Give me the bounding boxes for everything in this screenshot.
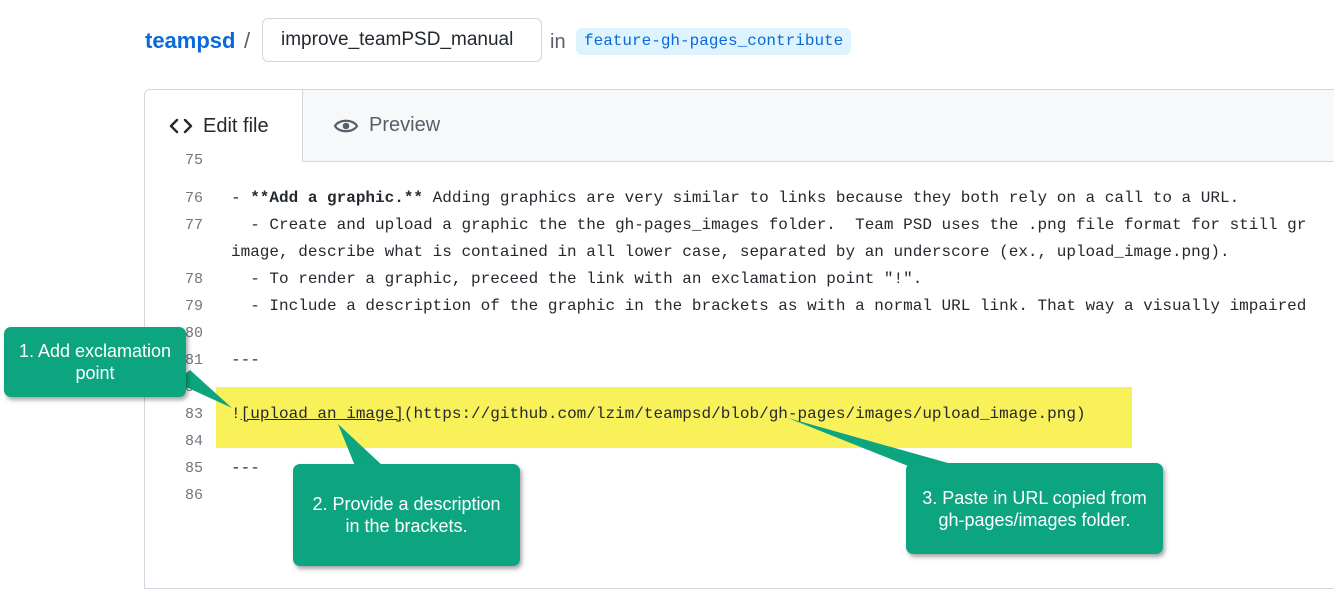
callout-2-pointer (338, 424, 383, 466)
callout-provide-description: 2. Provide a description in the brackets… (293, 464, 520, 566)
callout-paste-url: 3. Paste in URL copied from gh-pages/ima… (906, 463, 1163, 554)
callout-add-exclamation: 1. Add exclamation point (4, 327, 186, 397)
